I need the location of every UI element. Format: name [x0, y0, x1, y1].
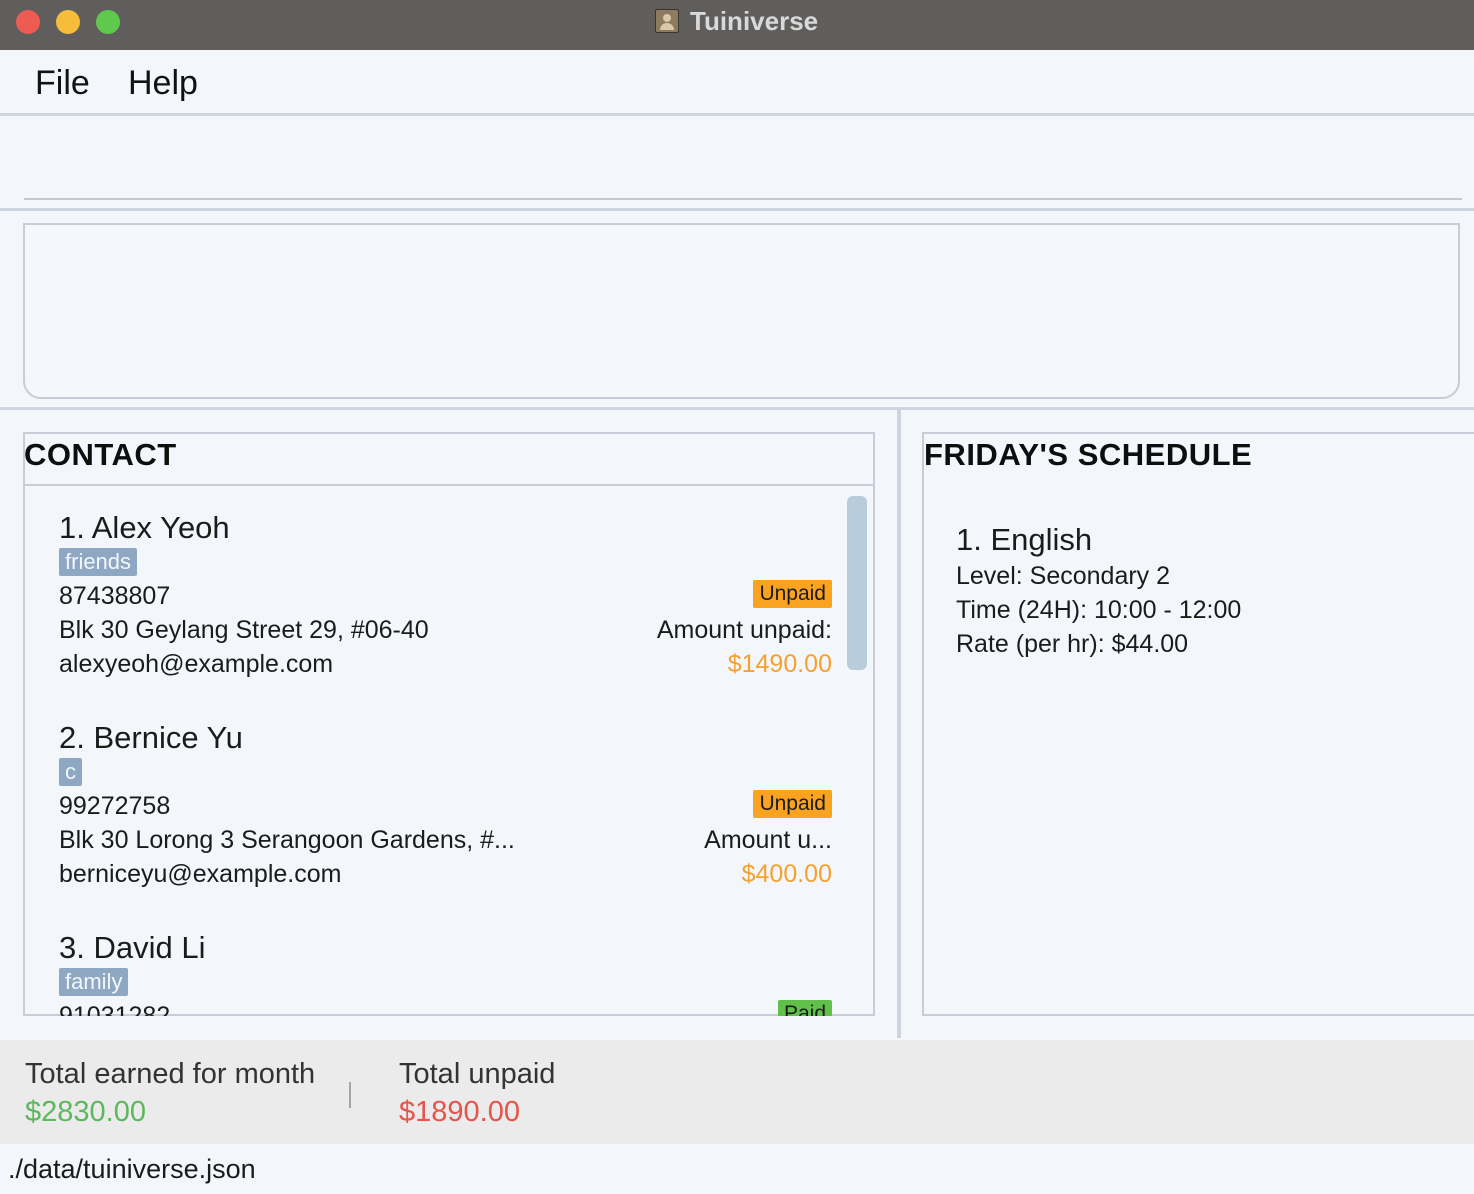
contact-tag: friends	[59, 548, 138, 576]
contact-email: berniceyu@example.com	[59, 860, 342, 888]
contact-name: 2. Bernice Yu	[59, 720, 243, 755]
close-window-button[interactable]	[16, 10, 40, 34]
contact-card[interactable]: 3. David Li family 91031282 Paid	[24, 906, 844, 1016]
command-input[interactable]	[24, 116, 1462, 200]
contact-tag: c	[59, 758, 82, 786]
payment-status-badge: Unpaid	[753, 790, 832, 818]
menu-file[interactable]: File	[35, 64, 90, 103]
schedule-lesson-time: Time (24H): 10:00 - 12:00	[956, 596, 1242, 624]
schedule-panel-title: FRIDAY'S SCHEDULE	[924, 437, 1253, 472]
menu-help[interactable]: Help	[128, 64, 198, 103]
menu-bar: File Help	[0, 50, 1474, 114]
schedule-lesson-level: Level: Secondary 2	[956, 562, 1171, 590]
payment-status-badge: Unpaid	[753, 580, 832, 608]
contact-tag: family	[59, 968, 129, 996]
contact-list[interactable]: 1. Alex Yeoh friends 87438807 Blk 30 Gey…	[24, 484, 874, 1016]
contact-name: 3. David Li	[59, 930, 206, 965]
contact-phone: 87438807	[59, 582, 171, 610]
earnings-summary: Total earned for month $2830.00 Total un…	[0, 1040, 1474, 1144]
contact-email: alexyeoh@example.com	[59, 650, 334, 678]
contact-phone: 99272758	[59, 792, 171, 820]
contact-panel-title: CONTACT	[24, 437, 177, 472]
contact-phone: 91031282	[59, 1002, 171, 1016]
amount-unpaid-label: Amount u...	[704, 826, 832, 854]
contacts-app-icon	[655, 9, 679, 33]
result-divider	[0, 407, 1474, 410]
summary-separator	[349, 1082, 351, 1108]
schedule-lesson-name: 1. English	[956, 522, 1093, 557]
total-unpaid-value: $1890.00	[399, 1096, 520, 1128]
schedule-lesson-rate: Rate (per hr): $44.00	[956, 630, 1189, 658]
total-earned-label: Total earned for month	[25, 1058, 316, 1090]
panel-divider[interactable]	[897, 410, 901, 1038]
result-display	[23, 223, 1460, 399]
total-earned-value: $2830.00	[25, 1096, 146, 1128]
command-divider	[0, 208, 1474, 211]
amount-unpaid-value: $400.00	[741, 860, 832, 888]
payment-status-badge: Paid	[777, 1000, 832, 1016]
status-bar: ./data/tuiniverse.json	[0, 1146, 1474, 1194]
window-title: Tuiniverse	[690, 6, 819, 36]
contact-name: 1. Alex Yeoh	[59, 510, 230, 545]
schedule-panel	[922, 432, 1474, 1016]
save-file-path: ./data/tuiniverse.json	[8, 1154, 256, 1184]
contact-list-scrollbar[interactable]	[847, 496, 867, 670]
maximize-window-button[interactable]	[96, 10, 120, 34]
command-box	[0, 116, 1474, 208]
amount-unpaid-label: Amount unpaid:	[656, 616, 832, 644]
title-bar: Tuiniverse	[0, 0, 1474, 51]
contact-address: Blk 30 Lorong 3 Serangoon Gardens, #...	[59, 826, 515, 854]
amount-unpaid-value: $1490.00	[727, 650, 832, 678]
contact-address: Blk 30 Geylang Street 29, #06-40	[59, 616, 429, 644]
minimize-window-button[interactable]	[56, 10, 80, 34]
contact-card[interactable]: 1. Alex Yeoh friends 87438807 Blk 30 Gey…	[24, 486, 844, 696]
total-unpaid-label: Total unpaid	[399, 1058, 556, 1090]
contact-card[interactable]: 2. Bernice Yu c 99272758 Blk 30 Lorong 3…	[24, 696, 844, 906]
